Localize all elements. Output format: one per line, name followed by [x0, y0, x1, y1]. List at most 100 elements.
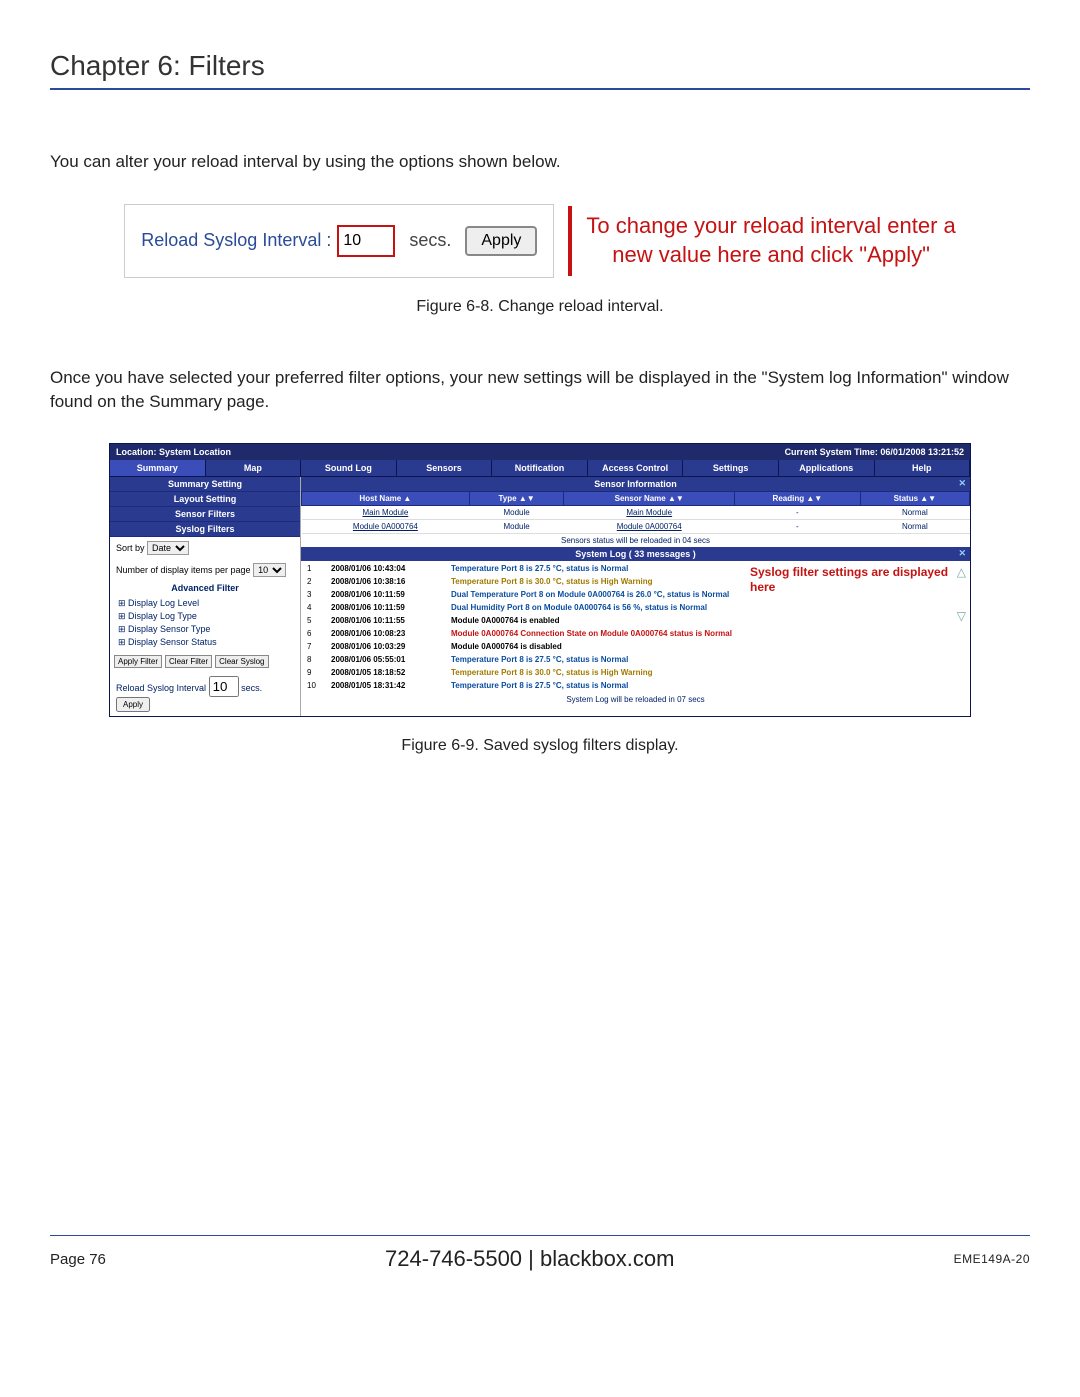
sensor-header[interactable]: Sensor Name ▲▼: [564, 492, 735, 506]
chapter-title: Chapter 6: Filters: [50, 50, 1030, 90]
advanced-filter-title: Advanced Filter: [110, 581, 300, 595]
sensor-table: Host Name ▲Type ▲▼Sensor Name ▲▼Reading …: [301, 491, 970, 534]
reload-syslog-control: Reload Syslog Interval secs. Apply: [110, 672, 300, 716]
reload-syslog-input[interactable]: [209, 676, 239, 697]
sensor-cell: Main Module: [302, 506, 470, 520]
annotation-text: To change your reload interval enter a n…: [586, 212, 955, 269]
log-timestamp: 2008/01/06 10:43:04: [327, 563, 445, 574]
tab-bar: SummaryMapSound LogSensorsNotificationAc…: [110, 460, 970, 477]
sidebar-item-summary-setting[interactable]: Summary Setting: [110, 477, 300, 492]
sensor-header[interactable]: Status ▲▼: [860, 492, 969, 506]
syslog-bar: System Log ( 33 messages ) ✕: [301, 547, 970, 561]
sidebar-item-layout-setting[interactable]: Layout Setting: [110, 492, 300, 507]
apply-button[interactable]: Apply: [465, 226, 537, 256]
annotation-divider: [568, 206, 572, 276]
adv-filter-display-log-type[interactable]: ⊞ Display Log Type: [118, 610, 292, 623]
tab-help[interactable]: Help: [875, 460, 971, 476]
system-time-label: Current System Time: 06/01/2008 13:21:52: [785, 447, 964, 457]
sensor-cell: Normal: [860, 506, 969, 520]
apply-filter-button[interactable]: Apply Filter: [114, 655, 162, 668]
close-icon[interactable]: ✕: [958, 478, 966, 489]
sortby-select[interactable]: Date: [147, 541, 189, 555]
sensor-cell: Main Module: [564, 506, 735, 520]
tab-sensors[interactable]: Sensors: [397, 460, 493, 476]
tab-map[interactable]: Map: [206, 460, 302, 476]
figure-6-9-screenshot: Location: System Location Current System…: [109, 443, 971, 717]
location-label: Location: System Location: [116, 447, 231, 457]
log-timestamp: 2008/01/06 10:38:16: [327, 576, 445, 587]
sensor-header[interactable]: Type ▲▼: [469, 492, 564, 506]
clear-syslog-button[interactable]: Clear Syslog: [215, 655, 268, 668]
adv-filter-display-sensor-status[interactable]: ⊞ Display Sensor Status: [118, 636, 292, 649]
sensor-cell: Module: [469, 506, 564, 520]
log-index: 8: [303, 654, 325, 665]
syslog-annotation-line-2: here: [750, 580, 960, 594]
reload-syslog-label: Reload Syslog Interval: [116, 683, 206, 693]
items-select[interactable]: 10: [253, 563, 286, 577]
sidebar: Summary SettingLayout SettingSensor Filt…: [110, 477, 301, 716]
tab-notification[interactable]: Notification: [492, 460, 588, 476]
sensor-header[interactable]: Host Name ▲: [302, 492, 470, 506]
log-timestamp: 2008/01/06 10:08:23: [327, 628, 445, 639]
sensor-cell: -: [735, 506, 861, 520]
reload-interval-label: Reload Syslog Interval :: [141, 230, 331, 251]
reload-interval-secs: secs.: [409, 230, 451, 251]
adv-filter-display-sensor-type[interactable]: ⊞ Display Sensor Type: [118, 623, 292, 636]
intro-paragraph-1: You can alter your reload interval by us…: [50, 150, 1030, 174]
log-timestamp: 2008/01/05 18:18:52: [327, 667, 445, 678]
items-label: Number of display items per page: [116, 565, 251, 575]
log-row: 102008/01/05 18:31:42Temperature Port 8 …: [303, 680, 968, 691]
log-timestamp: 2008/01/06 10:11:59: [327, 602, 445, 613]
reload-interval-input[interactable]: [337, 225, 395, 257]
sidebar-item-syslog-filters[interactable]: Syslog Filters: [110, 522, 300, 537]
log-index: 2: [303, 576, 325, 587]
annotation-line-2: new value here and click "Apply": [586, 241, 955, 270]
syslog-reload-note: System Log will be reloaded in 07 secs: [301, 693, 970, 706]
tab-settings[interactable]: Settings: [683, 460, 779, 476]
items-per-page-control: Number of display items per page 10: [110, 559, 300, 581]
reload-interval-panel: Reload Syslog Interval : secs. Apply: [124, 204, 554, 278]
tab-access-control[interactable]: Access Control: [588, 460, 684, 476]
log-row: 82008/01/06 05:55:01Temperature Port 8 i…: [303, 654, 968, 665]
adv-filter-display-log-level[interactable]: ⊞ Display Log Level: [118, 597, 292, 610]
sensor-header[interactable]: Reading ▲▼: [735, 492, 861, 506]
log-index: 3: [303, 589, 325, 600]
log-row: 62008/01/06 10:08:23Module 0A000764 Conn…: [303, 628, 968, 639]
log-message: Dual Humidity Port 8 on Module 0A000764 …: [447, 602, 968, 613]
log-message: Module 0A000764 is disabled: [447, 641, 968, 652]
syslog-title: System Log ( 33 messages ): [575, 549, 696, 559]
log-timestamp: 2008/01/06 05:55:01: [327, 654, 445, 665]
sidebar-item-sensor-filters[interactable]: Sensor Filters: [110, 507, 300, 522]
sensor-cell: Normal: [860, 520, 969, 534]
sensor-reload-note: Sensors status will be reloaded in 04 se…: [301, 534, 970, 547]
scroll-arrows: △ ▽: [957, 565, 966, 623]
doc-id: EME149A-20: [954, 1252, 1030, 1266]
scroll-up-icon[interactable]: △: [957, 565, 966, 579]
scroll-down-icon[interactable]: ▽: [957, 609, 966, 623]
close-icon[interactable]: ✕: [958, 548, 966, 559]
log-row: 42008/01/06 10:11:59Dual Humidity Port 8…: [303, 602, 968, 613]
sensor-row: Module 0A000764ModuleModule 0A000764-Nor…: [302, 520, 970, 534]
tab-summary[interactable]: Summary: [110, 460, 206, 476]
log-index: 5: [303, 615, 325, 626]
log-index: 7: [303, 641, 325, 652]
tab-sound-log[interactable]: Sound Log: [301, 460, 397, 476]
log-message: Temperature Port 8 is 27.5 °C, status is…: [447, 680, 968, 691]
sensor-cell: Module 0A000764: [564, 520, 735, 534]
page-footer: Page 76 724-746-5500 | blackbox.com EME1…: [50, 1235, 1030, 1272]
sortby-label: Sort by: [116, 543, 145, 553]
log-index: 4: [303, 602, 325, 613]
sensor-cell: Module: [469, 520, 564, 534]
sensor-cell: -: [735, 520, 861, 534]
log-row: 92008/01/05 18:18:52Temperature Port 8 i…: [303, 667, 968, 678]
sensor-info-title: Sensor Information: [594, 479, 677, 489]
tab-applications[interactable]: Applications: [779, 460, 875, 476]
sensor-cell: Module 0A000764: [302, 520, 470, 534]
reload-syslog-apply-button[interactable]: Apply: [116, 697, 150, 712]
log-message: Module 0A000764 Connection State on Modu…: [447, 628, 968, 639]
syslog-annotation-line-1: Syslog filter settings are displayed: [750, 565, 960, 579]
page-number: Page 76: [50, 1251, 106, 1268]
clear-filter-button[interactable]: Clear Filter: [165, 655, 212, 668]
log-timestamp: 2008/01/06 10:03:29: [327, 641, 445, 652]
log-row: 52008/01/06 10:11:55Module 0A000764 is e…: [303, 615, 968, 626]
